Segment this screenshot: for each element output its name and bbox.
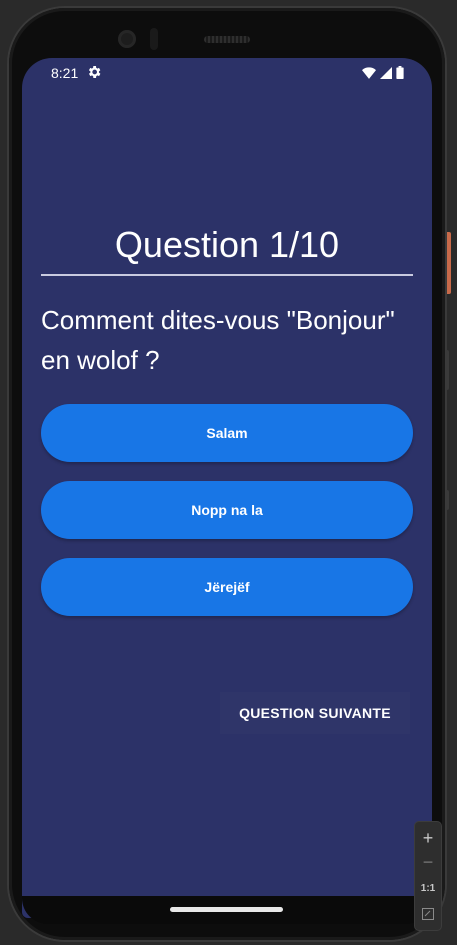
status-icons: [362, 66, 404, 79]
proximity-sensor: [150, 28, 158, 50]
zoom-in-button[interactable]: +: [415, 826, 441, 850]
question-counter-title: Question 1/10: [114, 224, 340, 265]
volume-down-button[interactable]: [445, 490, 449, 510]
wifi-icon: [362, 66, 376, 79]
question-text: Comment dites-vous "Bonjour" en wolof ?: [41, 305, 395, 375]
signal-icon: [380, 66, 392, 79]
home-gesture-handle[interactable]: [170, 907, 283, 912]
title-divider: [41, 274, 413, 276]
next-question-button[interactable]: QUESTION SUIVANTE: [220, 692, 410, 734]
front-camera: [118, 30, 136, 48]
battery-icon: [396, 66, 404, 79]
zoom-out-button[interactable]: −: [415, 850, 441, 874]
volume-up-button[interactable]: [445, 350, 449, 390]
fit-screen-button[interactable]: [415, 902, 441, 926]
fit-screen-icon: [422, 908, 434, 920]
gesture-navigation-bar: [22, 896, 432, 924]
power-button[interactable]: [445, 232, 451, 294]
answer-option-1[interactable]: Salam: [41, 404, 413, 462]
status-bar: 8:21: [22, 58, 432, 88]
status-time: 8:21: [51, 65, 79, 81]
gear-icon: [88, 66, 101, 78]
emulator-stage: 8:21 Question 1/10 Comment dites-vous "B…: [0, 0, 457, 945]
answer-option-2[interactable]: Nopp na la: [41, 481, 413, 539]
emulator-zoom-toolbar: + − 1:1: [415, 822, 441, 930]
app-screen: 8:21 Question 1/10 Comment dites-vous "B…: [22, 58, 432, 918]
answer-option-3[interactable]: Jërejëf: [41, 558, 413, 616]
earpiece-speaker: [204, 36, 250, 43]
actual-size-button[interactable]: 1:1: [415, 876, 441, 900]
